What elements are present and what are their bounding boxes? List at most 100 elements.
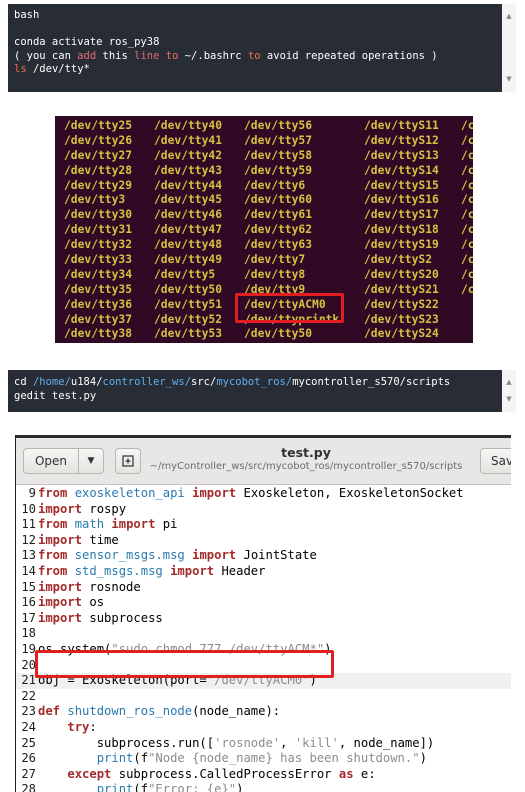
code-token: conda activate ros_py38 [14, 36, 160, 48]
open-menu-chevron-icon[interactable]: ▼ [78, 448, 104, 474]
terminal-entry: /dev/tty27 [64, 148, 133, 162]
save-button[interactable]: Save [480, 448, 511, 474]
scroll-down-arrow-icon[interactable]: ▼ [502, 393, 516, 407]
terminal-entry: /dev/ttyS12 [364, 133, 439, 147]
code-token: to [165, 49, 179, 62]
terminal-entry: /dev/tty48 [154, 238, 223, 252]
code-token: this [96, 49, 135, 62]
code-token: Header [214, 564, 266, 578]
code-token: line [134, 49, 160, 62]
terminal-entry: /dev/tty30 [64, 208, 133, 222]
editor-line: 18 [16, 626, 511, 642]
code-token: import [38, 532, 83, 547]
editor-line: 27 except subprocess.CalledProcessError … [16, 767, 511, 783]
line-text: import time [36, 533, 119, 547]
scroll-down-arrow-icon[interactable]: ▼ [502, 73, 516, 87]
editor-line: 9 from exoskeleton_api import Exoskeleton… [16, 486, 511, 502]
terminal-entry: /c [461, 267, 473, 281]
code-token: gedit test.py [14, 389, 97, 402]
line-text [36, 689, 38, 703]
line-text: import rospy [36, 502, 126, 516]
terminal-entry: /c [461, 193, 473, 207]
line-text: from sensor_msgs.msg import JointState [36, 548, 317, 562]
code-token: /dev/tty* [26, 63, 90, 75]
code-token: import [38, 501, 83, 516]
terminal-column: /dev/tty25/dev/tty26/dev/tty27/dev/tty28… [64, 119, 132, 342]
terminal-entry: /dev/tty62 [244, 223, 313, 237]
line-number: 13 [21, 548, 36, 563]
code-line: ls /dev/tty* [14, 63, 516, 77]
terminal-entry: /dev/tty3 [64, 193, 126, 207]
terminal-entry: /dev/tty51 [154, 297, 223, 311]
code-token: exoskeleton_api [67, 486, 193, 500]
terminal-entry: /dev/ttyS20 [364, 267, 439, 281]
scroll-up-arrow-icon[interactable]: ▲ [502, 376, 516, 390]
code-token: , [280, 735, 295, 750]
terminal-entry: /dev/tty60 [244, 193, 313, 207]
new-tab-icon[interactable] [115, 448, 141, 474]
code-token: mycontroller_s570/scripts [292, 376, 451, 388]
code-token: : [89, 720, 97, 734]
code-scrollbar[interactable]: ▲ ▼ [502, 370, 516, 412]
terminal-entry: /c [461, 223, 473, 237]
code-token: mycobot_ros/ [216, 376, 293, 388]
editor-line: 26 print(f"Node {node_name} has been shu… [16, 751, 511, 767]
terminal-entry: /dev/tty7 [244, 253, 306, 267]
terminal-entry: /dev/tty36 [64, 297, 133, 311]
code-token: "Node {node_name} has been shutdown." [148, 751, 420, 766]
code-token: from [38, 548, 68, 563]
line-text: import subprocess [36, 611, 163, 625]
editor-line: 24 try: [16, 720, 511, 736]
code-token: from [38, 564, 68, 578]
code-line: bash [14, 9, 516, 23]
code-token: cd [14, 376, 33, 388]
code-token: math [67, 517, 112, 532]
terminal-entry: /dev/tty57 [244, 133, 313, 147]
line-text: print(f"Error: {e}") [36, 782, 244, 792]
editor-line: 28 print(f"Error: {e}") [16, 782, 511, 792]
terminal-entry: /c [461, 133, 473, 147]
terminal-entry: /dev/ttyS24 [364, 327, 439, 341]
line-text: import os [36, 595, 104, 609]
editor-text-area[interactable]: 9 from exoskeleton_api import Exoskeleton… [16, 485, 511, 792]
code-token: import [111, 517, 156, 532]
line-text: def shutdown_ros_node(node_name): [36, 704, 280, 718]
code-token: import [38, 610, 83, 625]
terminal-entry: /dev/tty52 [154, 312, 223, 326]
terminal-entry: /dev/tty8 [244, 267, 306, 281]
line-text: import rosnode [36, 580, 141, 594]
terminal-entry: /dev/tty53 [154, 327, 223, 341]
code-token: ls [14, 63, 27, 75]
port-line-highlight-box [35, 650, 334, 678]
code-token: (f [133, 751, 149, 766]
terminal-entry: /dev/tty46 [154, 208, 223, 222]
code-line: cd /home/u184/controller_ws/src/mycobot_… [14, 376, 516, 390]
terminal-entry: /dev/tty42 [154, 148, 223, 162]
terminal-entry: /dev/tty45 [154, 193, 223, 207]
code-block-commands: cd /home/u184/controller_ws/src/mycobot_… [8, 370, 516, 412]
code-token: ) [419, 751, 427, 766]
code-token: import [192, 548, 237, 563]
code-token: import [170, 564, 215, 578]
editor-line: 12 import time [16, 533, 511, 549]
line-number: 28 [21, 782, 36, 792]
terminal-entry: /c [461, 119, 473, 132]
line-number: 15 [21, 579, 36, 594]
window-subtitle-path: ~/myController_ws/src/mycobot_ros/mycont… [149, 461, 463, 472]
line-number: 20 [21, 657, 36, 672]
terminal-entry: /dev/tty59 [244, 163, 313, 177]
terminal-entry [461, 313, 473, 328]
terminal-entry: /c [461, 163, 473, 177]
scroll-up-arrow-icon[interactable]: ▲ [502, 10, 516, 24]
code-token: std_msgs.msg [67, 564, 171, 578]
terminal-column: /dev/tty40/dev/tty41/dev/tty42/dev/tty43… [154, 119, 222, 342]
code-token: print [96, 782, 134, 792]
terminal-entry: /dev/ttyS13 [364, 148, 439, 162]
editor-line: 25 subprocess.run(['rosnode', 'kill', no… [16, 736, 511, 752]
code-scrollbar[interactable]: ▲ ▼ [502, 4, 516, 92]
terminal-entry: /dev/tty50 [154, 282, 223, 296]
code-token: controller_ws/ [102, 376, 192, 388]
code-token: ~/.bashrc [178, 49, 248, 62]
editor-line: 11 from math import pi [16, 517, 511, 533]
open-button[interactable]: Open [23, 448, 79, 474]
